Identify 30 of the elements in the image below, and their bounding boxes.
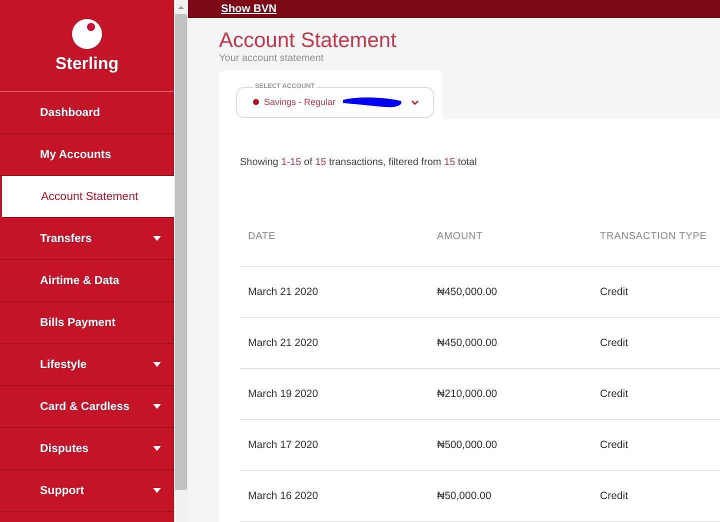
page-subtitle: Your account statement (219, 52, 325, 64)
table-cell-text: March 17 2020 (248, 439, 320, 451)
table-cell-text: ₦450,000.00 (437, 337, 498, 349)
summary-text: Showing 1-15 of 15 transactions, filtered from 15 total (240, 157, 478, 168)
column-header: AMOUNT (437, 231, 484, 242)
scrollbar-thumb[interactable] (175, 14, 187, 490)
logo-icon (71, 18, 103, 50)
table-cell-text: Credit (600, 337, 630, 349)
table-cell-text: March 16 2020 (248, 490, 320, 502)
page-title: Account Statement (219, 28, 398, 53)
table-cell-text: ₦500,000.00 (437, 439, 498, 451)
table-cell-text: Credit (600, 388, 630, 400)
chevron-down-icon (411, 100, 419, 104)
account-dot-icon (253, 99, 259, 105)
table-cell-text: March 21 2020 (248, 286, 320, 298)
show-bvn-link[interactable]: Show BVN (221, 3, 277, 16)
column-header: DATE (248, 231, 277, 242)
table-cell-text: March 19 2020 (248, 388, 320, 400)
scroll-up-icon[interactable] (178, 6, 184, 9)
column-header: TRANSACTION TYPE (600, 231, 708, 242)
table-cell-text: Credit (600, 439, 630, 451)
table-cell-text: Credit (600, 286, 630, 298)
brand-name: Sterling (55, 54, 119, 74)
table-cell-text: ₦210,000.00 (437, 388, 498, 400)
sidebar-item[interactable]: Account Statement (2, 176, 174, 218)
table-cell-text: March 21 2020 (248, 337, 320, 349)
table-cell-text: ₦450,000.00 (437, 286, 498, 298)
table-cell-text: ₦50,000.00 (437, 490, 492, 502)
table-cell-text: Credit (600, 490, 630, 502)
scrollbar[interactable] (174, 0, 188, 522)
